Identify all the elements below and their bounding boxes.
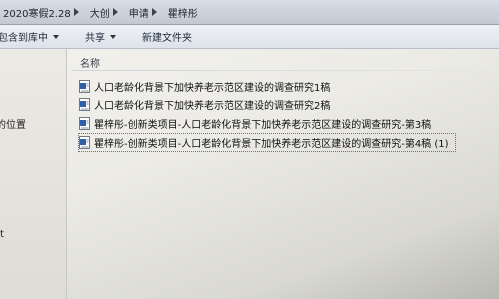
breadcrumb-item-shenqing[interactable]: 申请	[126, 5, 165, 20]
share-button[interactable]: 共享	[81, 29, 120, 44]
chevron-right-icon[interactable]	[151, 8, 157, 16]
word-document-icon	[79, 117, 90, 130]
button-label: 新建文件夹	[142, 33, 192, 44]
file-name: 人口老龄化背景下加快养老示范区建设的调查研究2稿	[94, 101, 331, 112]
nav-item-locations[interactable]: 的位置	[0, 116, 26, 131]
file-item[interactable]: 人口老龄化背景下加快养老示范区建设的调查研究1稿	[79, 78, 330, 95]
breadcrumb-label: 2020寒假2.28	[3, 8, 71, 20]
button-label: 包含到库中	[0, 33, 48, 44]
nav-item-label: 的位置	[0, 120, 26, 131]
word-document-icon	[79, 80, 90, 93]
nav-item-label: t	[0, 229, 4, 240]
include-in-library-button[interactable]: 包含到库中	[0, 29, 63, 44]
file-name: 人口老龄化背景下加快养老示范区建设的调查研究1稿	[94, 83, 331, 94]
chevron-down-icon	[110, 34, 116, 39]
address-bar[interactable]: 2020寒假2.28 大创 申请 瞿梓彤	[0, 0, 499, 25]
chevron-right-icon[interactable]	[112, 8, 118, 16]
chevron-down-icon	[53, 34, 59, 39]
breadcrumb-item-dachuang[interactable]: 大创	[87, 5, 126, 20]
file-item[interactable]: 人口老龄化背景下加快养老示范区建设的调查研究2稿	[79, 96, 330, 113]
file-name: 瞿梓彤-创新类项目-人口老龄化背景下加快养老示范区建设的调查研究-第3稿	[94, 120, 432, 131]
breadcrumb-item-current[interactable]: 瞿梓彤	[165, 5, 201, 20]
navigation-pane: 的位置 t	[0, 49, 67, 299]
button-label: 共享	[85, 33, 105, 44]
file-item[interactable]: 瞿梓彤-创新类项目-人口老龄化背景下加快养老示范区建设的调查研究-第3稿	[79, 115, 431, 132]
file-item-selected[interactable]: 瞿梓彤-创新类项目-人口老龄化背景下加快养老示范区建设的调查研究-第4稿 (1)	[78, 133, 456, 152]
breadcrumb-label: 申请	[128, 8, 149, 20]
explorer-window: 2020寒假2.28 大创 申请 瞿梓彤 包含到库中 共享 新建文件夹 的位置	[0, 0, 499, 299]
chevron-right-icon[interactable]	[73, 8, 79, 16]
word-document-icon	[79, 136, 90, 149]
nav-item-partial[interactable]: t	[0, 229, 4, 240]
column-header-label: 名称	[80, 59, 100, 70]
breadcrumb-item-2020[interactable]: 2020寒假2.28	[0, 5, 87, 20]
command-bar: 包含到库中 共享 新建文件夹	[0, 25, 499, 49]
word-document-icon	[79, 98, 90, 111]
column-header-name[interactable]: 名称	[80, 55, 100, 70]
new-folder-button[interactable]: 新建文件夹	[138, 29, 196, 44]
breadcrumb-label: 瞿梓彤	[167, 8, 198, 20]
header-divider	[72, 70, 499, 71]
breadcrumb-label: 大创	[89, 8, 110, 20]
file-name: 瞿梓彤-创新类项目-人口老龄化背景下加快养老示范区建设的调查研究-第4稿 (1)	[94, 139, 449, 150]
